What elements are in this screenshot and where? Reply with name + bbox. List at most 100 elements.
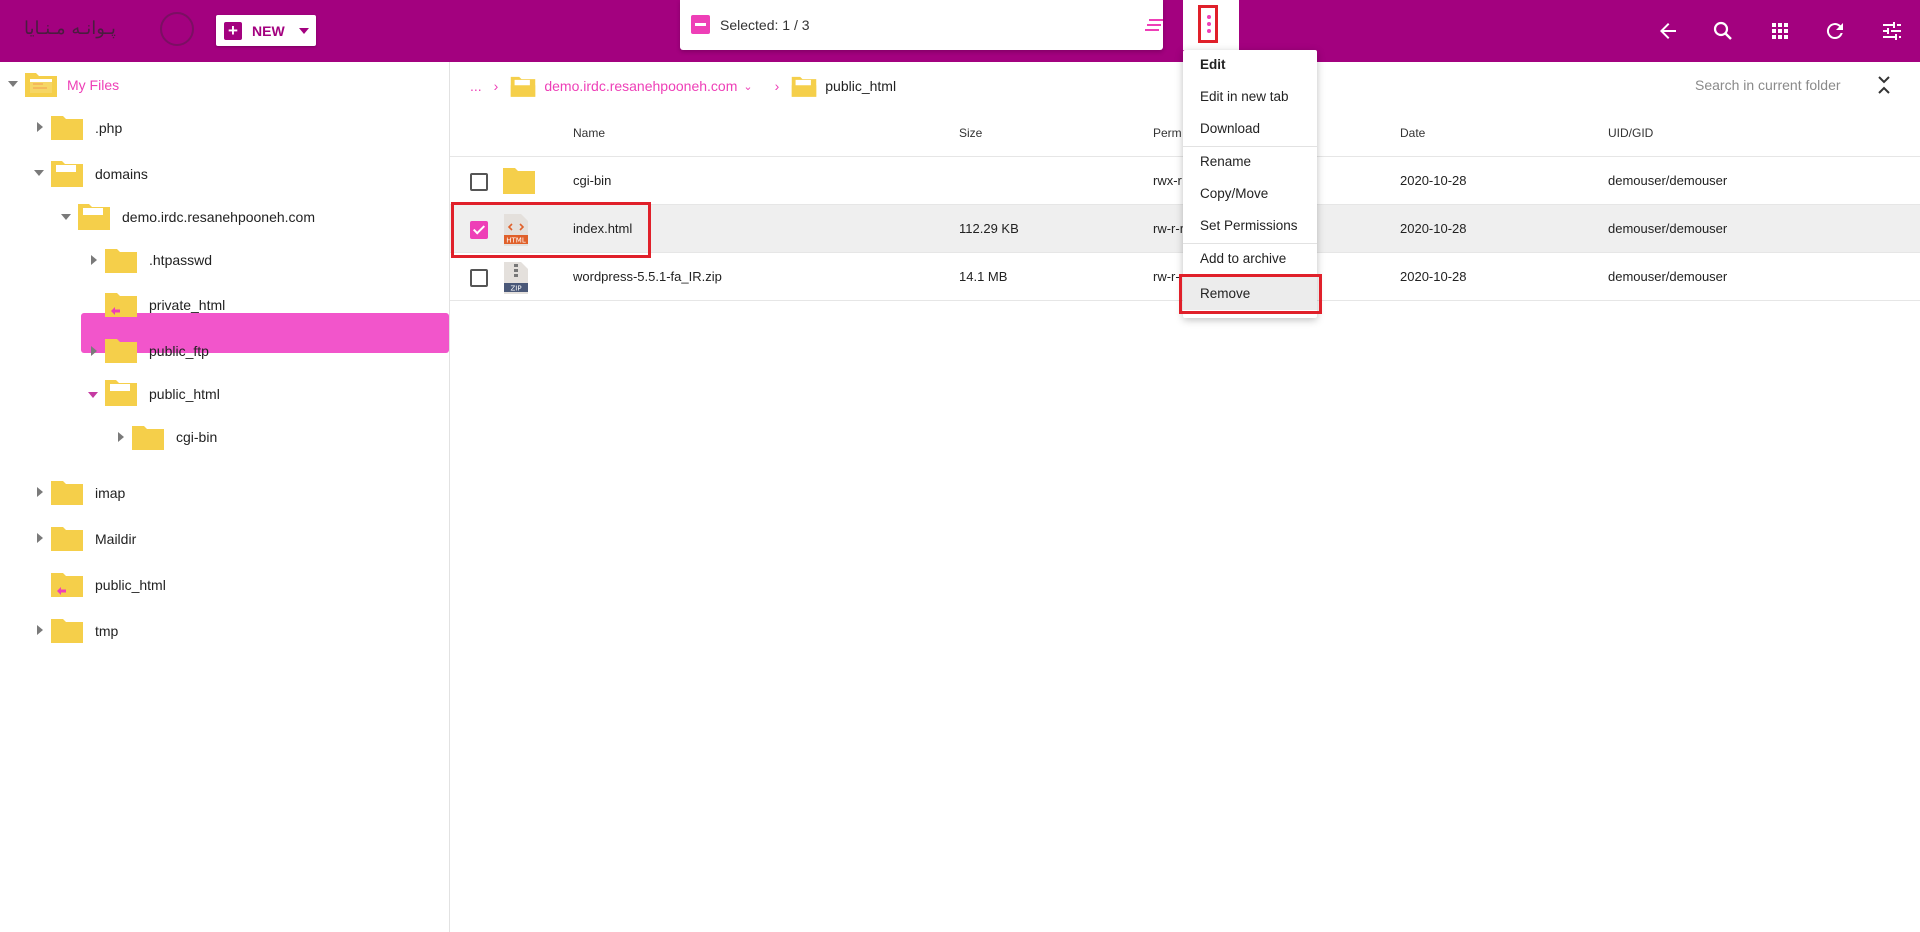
arrow-left-icon[interactable] bbox=[1656, 19, 1680, 43]
logo-text: پـوانـه مـنـایا bbox=[24, 17, 116, 39]
file-owner: demouser/demouser bbox=[1608, 269, 1728, 284]
folder-open-icon bbox=[78, 204, 110, 230]
menu-item-download[interactable]: Download bbox=[1183, 114, 1317, 144]
folder-link-icon bbox=[105, 293, 137, 317]
sort-icon[interactable] bbox=[1145, 18, 1165, 32]
file-name[interactable]: index.html bbox=[573, 221, 632, 236]
menu-item-copy-move[interactable]: Copy/Move bbox=[1183, 179, 1317, 209]
new-button[interactable]: + NEW bbox=[216, 15, 316, 46]
folder-icon bbox=[51, 527, 83, 551]
caret-down-icon bbox=[298, 27, 309, 34]
caret-right-icon[interactable] bbox=[37, 122, 43, 132]
tree-label: imap bbox=[95, 485, 126, 501]
menu-item-edit[interactable]: Edit bbox=[1183, 50, 1317, 80]
file-date: 2020-10-28 bbox=[1400, 269, 1467, 284]
file-date: 2020-10-28 bbox=[1400, 221, 1467, 236]
more-vertical-icon bbox=[1207, 15, 1211, 19]
folder-icon bbox=[105, 339, 137, 363]
plus-icon: + bbox=[224, 21, 242, 40]
tree-label: public_ftp bbox=[149, 343, 209, 359]
tree-label: demo.irdc.resanehpooneh.com bbox=[122, 209, 316, 225]
logo: پـوانـه مـنـایا bbox=[24, 10, 194, 46]
html-badge: HTML bbox=[506, 237, 526, 245]
caret-down-icon[interactable] bbox=[88, 392, 98, 398]
caret-down-icon[interactable] bbox=[34, 170, 44, 176]
selection-count: Selected: 1 / 3 bbox=[720, 17, 810, 33]
deselect-all-checkbox[interactable] bbox=[691, 15, 710, 34]
folder-link-icon bbox=[51, 573, 83, 597]
chevron-right-icon: › bbox=[493, 78, 499, 94]
column-header-date[interactable]: Date bbox=[1400, 126, 1425, 140]
tree-label: public_html bbox=[95, 577, 166, 593]
tree-label: cgi-bin bbox=[176, 429, 218, 445]
selection-bar: Selected: 1 / 3 bbox=[680, 0, 1163, 50]
caret-down-icon[interactable] bbox=[61, 214, 71, 220]
folder-open-icon bbox=[51, 161, 83, 187]
menu-item-set-permissions[interactable]: Set Permissions bbox=[1183, 211, 1317, 241]
menu-item-add-archive[interactable]: Add to archive bbox=[1183, 244, 1317, 274]
column-header-permissions[interactable]: Perm bbox=[1153, 126, 1182, 140]
file-permissions: rwx-r bbox=[1153, 173, 1182, 188]
file-size: 14.1 MB bbox=[959, 269, 1008, 284]
menu-item-rename[interactable]: Rename bbox=[1183, 147, 1317, 177]
folder-open-icon bbox=[105, 380, 137, 406]
search-input[interactable]: Search in current folder bbox=[1695, 77, 1841, 93]
context-menu: Edit Edit in new tab Download Rename Cop… bbox=[1183, 50, 1317, 318]
column-header-uid[interactable]: UID/GID bbox=[1608, 126, 1653, 140]
row-checkbox-checked[interactable] bbox=[470, 221, 488, 239]
collapse-icon[interactable] bbox=[1877, 75, 1891, 95]
caret-right-icon[interactable] bbox=[37, 533, 43, 543]
breadcrumb-current: public_html bbox=[825, 78, 897, 94]
more-actions-button[interactable] bbox=[1198, 5, 1218, 43]
file-owner: demouser/demouser bbox=[1608, 173, 1728, 188]
refresh-icon[interactable] bbox=[1823, 19, 1847, 43]
menu-item-edit-new-tab[interactable]: Edit in new tab bbox=[1183, 82, 1317, 112]
folder-icon bbox=[51, 116, 83, 140]
menu-item-remove[interactable]: Remove bbox=[1183, 277, 1317, 310]
folder-icon bbox=[132, 426, 164, 450]
chevron-down-icon[interactable]: ⌄ bbox=[743, 80, 752, 93]
grid-view-icon[interactable] bbox=[1768, 19, 1792, 43]
tree-label: tmp bbox=[95, 623, 119, 639]
folder-icon bbox=[503, 168, 535, 194]
file-owner: demouser/demouser bbox=[1608, 221, 1728, 236]
column-header-size[interactable]: Size bbox=[959, 126, 982, 140]
tree-label: .php bbox=[95, 120, 123, 136]
more-actions-container bbox=[1183, 0, 1239, 50]
file-date: 2020-10-28 bbox=[1400, 173, 1467, 188]
zip-badge: ZIP bbox=[510, 285, 521, 293]
folder-open-icon bbox=[792, 76, 817, 97]
caret-right-icon[interactable] bbox=[37, 487, 43, 497]
folder-icon bbox=[105, 249, 137, 273]
file-size: 112.29 KB bbox=[959, 221, 1019, 236]
breadcrumb-domain[interactable]: demo.irdc.resanehpooneh.com bbox=[544, 78, 737, 94]
tree-label: Maildir bbox=[95, 531, 137, 547]
file-permissions: rw-r- bbox=[1153, 269, 1180, 284]
row-checkbox[interactable] bbox=[470, 269, 488, 287]
html-file-icon: HTML bbox=[504, 214, 528, 246]
row-checkbox[interactable] bbox=[470, 173, 488, 191]
folder-icon bbox=[51, 481, 83, 505]
file-name[interactable]: wordpress-5.5.1-fa_IR.zip bbox=[573, 269, 722, 284]
breadcrumb: ... › demo.irdc.resanehpooneh.com ⌄ › pu… bbox=[470, 70, 896, 102]
column-header-name[interactable]: Name bbox=[573, 126, 605, 140]
caret-right-icon[interactable] bbox=[91, 346, 97, 356]
folder-open-icon bbox=[25, 73, 57, 97]
breadcrumb-ellipsis[interactable]: ... bbox=[470, 78, 482, 94]
tree-label: My Files bbox=[67, 77, 120, 93]
new-button-label: NEW bbox=[252, 22, 285, 39]
folder-icon bbox=[51, 619, 83, 643]
folder-open-icon bbox=[511, 76, 536, 97]
tree-label: public_html bbox=[149, 386, 220, 402]
settings-sliders-icon[interactable] bbox=[1880, 19, 1904, 43]
tree-label: .htpasswd bbox=[149, 252, 213, 268]
chevron-right-icon: › bbox=[774, 78, 780, 94]
caret-right-icon[interactable] bbox=[91, 255, 97, 265]
logo-emblem-icon bbox=[160, 12, 194, 46]
search-icon[interactable] bbox=[1711, 19, 1735, 43]
caret-right-icon[interactable] bbox=[118, 432, 124, 442]
caret-down-icon[interactable] bbox=[8, 81, 18, 87]
zip-file-icon: ZIP bbox=[504, 262, 528, 294]
file-name[interactable]: cgi-bin bbox=[573, 173, 611, 188]
caret-right-icon[interactable] bbox=[37, 625, 43, 635]
